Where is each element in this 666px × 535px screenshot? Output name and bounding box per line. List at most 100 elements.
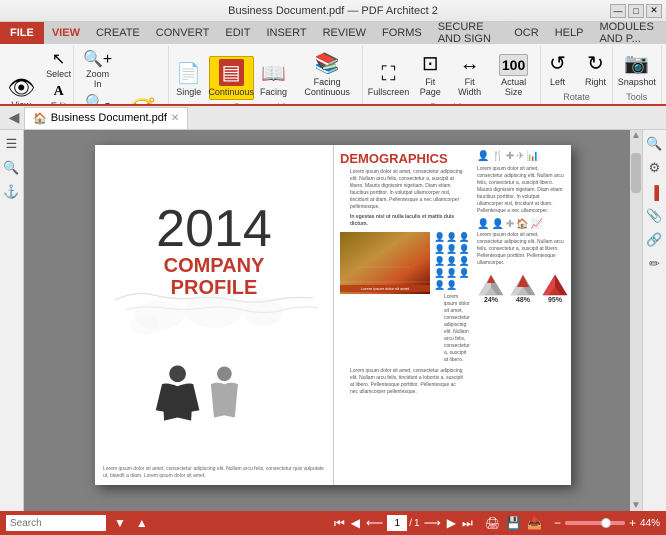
- nav-next-button[interactable]: ▶: [445, 516, 458, 530]
- rotate-left-icon: ↺: [549, 51, 566, 76]
- left-sidebar: ☰ 🔍 ⚓: [0, 130, 24, 511]
- menu-help[interactable]: HELP: [547, 22, 592, 44]
- zoom-in-label: Zoom In: [82, 69, 114, 89]
- stat-icon-7: 👤: [491, 219, 503, 230]
- person-icon-red-1: 👤: [434, 232, 445, 243]
- ribbon-group-rotate: ↺ Left ↻ Right Rotate: [541, 46, 612, 104]
- menu-review[interactable]: REVIEW: [315, 22, 374, 44]
- nav-back-button[interactable]: ⟵: [364, 516, 385, 530]
- zoom-out-button[interactable]: 🔍- Zoom Out: [78, 92, 118, 106]
- stat-icon-6: 👤: [477, 219, 489, 230]
- close-button[interactable]: ✕: [646, 4, 662, 18]
- panel-toggle-button[interactable]: ◀: [4, 108, 24, 128]
- demographics-body2: Lorem ipsum dolor sit amet, consectetur …: [434, 294, 480, 364]
- menu-secure-sign[interactable]: SECURE AND SIGN: [430, 22, 507, 44]
- facing-button[interactable]: 📖 Facing: [256, 58, 292, 100]
- rotate-left-button[interactable]: ↺ Left: [540, 48, 576, 90]
- menu-create[interactable]: CREATE: [88, 22, 148, 44]
- zoom-in-status-button[interactable]: +: [627, 516, 638, 530]
- actual-size-icon: 100: [499, 54, 528, 76]
- zoom-slider[interactable]: [565, 521, 625, 525]
- search-input[interactable]: [6, 515, 106, 531]
- fit-page-button[interactable]: ⊡ Fit Page: [412, 48, 449, 100]
- search-up-button[interactable]: ▲: [134, 516, 150, 530]
- nav-first-button[interactable]: ⏮: [332, 516, 347, 531]
- right-tool-link[interactable]: 🔗: [645, 230, 665, 250]
- snapshot-icon: 📷: [624, 51, 649, 76]
- facing-label: Facing: [260, 87, 287, 97]
- person-icon-gray-5: 👤: [434, 268, 445, 279]
- pyramid-chart-3: [541, 273, 569, 297]
- select-button[interactable]: ↖ Select: [42, 48, 75, 81]
- menu-file[interactable]: FILE: [0, 22, 44, 44]
- menu-modules[interactable]: MODULES AND P...: [591, 22, 666, 44]
- document-view: 2014 COMPANY PROFILE: [24, 130, 642, 511]
- menu-edit[interactable]: EDIT: [217, 22, 258, 44]
- page-number-input[interactable]: [387, 515, 407, 531]
- demographics-body1: Lorem ipsum dolor sit amet, consectetur …: [340, 169, 473, 211]
- facing-continuous-button[interactable]: 📚 Facing Continuous: [294, 48, 361, 100]
- zoom-in-button[interactable]: 🔍+ Zoom In: [78, 48, 118, 91]
- maximize-button[interactable]: □: [628, 4, 644, 18]
- right-sidebar: 🔍 ⚙ ▐ 📎 🔗 ✏: [642, 130, 666, 511]
- menu-view[interactable]: VIEW: [44, 22, 88, 44]
- edit-button[interactable]: A Edit: [42, 82, 75, 106]
- stat-icon-9: 🏠: [516, 219, 528, 230]
- minimize-button[interactable]: —: [610, 4, 626, 18]
- person-icon-gray-1: 👤: [458, 244, 469, 255]
- right-tool-search[interactable]: 🔍: [645, 134, 665, 154]
- person-icon-red-4: 👤: [434, 244, 445, 255]
- zoom-thumb: [601, 518, 611, 528]
- sidebar-anchor-button[interactable]: ⚓: [2, 182, 22, 202]
- navigation-controls: ⏮ ◀ ⟵ / 1 ⟶ ▶ ⏭ 🖨 💾 📤 − + 44%: [332, 515, 660, 531]
- page-right: DEMOGRAPHICS Lorem ipsum dolor sit amet,…: [333, 145, 571, 485]
- menu-ocr[interactable]: OCR: [506, 22, 546, 44]
- rotate-right-button[interactable]: ↻ Right: [578, 48, 614, 90]
- fullscreen-button[interactable]: ⛶ Fullscreen: [367, 60, 410, 100]
- right-tool-pen[interactable]: ✏: [645, 254, 665, 274]
- zoom-out-status-button[interactable]: −: [552, 516, 563, 530]
- nav-prev-button[interactable]: ◀: [349, 516, 362, 530]
- page-left: 2014 COMPANY PROFILE: [95, 145, 333, 485]
- status-print-button[interactable]: 🖨: [483, 516, 502, 530]
- scroll-thumb[interactable]: [631, 153, 641, 193]
- right-col-text2: Lorem ipsum dolor sit amet, consectetur …: [477, 232, 565, 267]
- ribbon-group-pageview: ⛶ Fullscreen ⊡ Fit Page ↔ Fit Width 100 …: [363, 46, 541, 104]
- search-down-button[interactable]: ▼: [112, 516, 128, 530]
- navigation-button[interactable]: 🧭 Navigation: [120, 96, 166, 106]
- status-share-button[interactable]: 📤: [525, 516, 544, 530]
- sidebar-search-button[interactable]: 🔍: [2, 158, 22, 178]
- single-button[interactable]: 📄 Single: [171, 58, 207, 100]
- right-tool-highlight[interactable]: ▐: [645, 182, 665, 202]
- document-tab[interactable]: 🏠 Business Document.pdf ✕: [24, 107, 188, 129]
- stat-icon-3: ✚: [506, 151, 514, 162]
- single-icon: 📄: [176, 61, 201, 86]
- fit-page-label: Fit Page: [417, 77, 444, 97]
- tab-icon: 🏠: [33, 112, 47, 125]
- facing-continuous-icon: 📚: [315, 51, 340, 76]
- demographics-bold1: In egestas nisl ut nulla iaculis et matt…: [340, 214, 473, 228]
- right-tool-paperclip[interactable]: 📎: [645, 206, 665, 226]
- nav-last-button[interactable]: ⏭: [460, 516, 475, 531]
- scroll-down-button[interactable]: ▼: [631, 500, 641, 511]
- continuous-button[interactable]: ▤ Continuous: [209, 56, 254, 100]
- view-button[interactable]: 👁 View: [2, 74, 40, 106]
- menu-convert[interactable]: CONVERT: [148, 22, 218, 44]
- tab-close-button[interactable]: ✕: [171, 113, 179, 124]
- actual-size-button[interactable]: 100 Actual Size: [491, 51, 537, 100]
- fit-width-button[interactable]: ↔ Fit Width: [451, 50, 489, 100]
- scrollbar-vertical[interactable]: ▲ ▼: [630, 130, 642, 511]
- nav-forward-button[interactable]: ⟶: [422, 516, 443, 530]
- scroll-up-button[interactable]: ▲: [631, 130, 641, 141]
- ribbon: 👁 View ↖ Select A Edit Modes 🔍+ Z: [0, 44, 666, 106]
- right-tool-gear[interactable]: ⚙: [645, 158, 665, 178]
- person-icon-red-5: 👤: [446, 244, 457, 255]
- menu-insert[interactable]: INSERT: [258, 22, 314, 44]
- menu-forms[interactable]: FORMS: [374, 22, 430, 44]
- status-save-button[interactable]: 💾: [504, 516, 523, 530]
- world-map: [105, 260, 323, 360]
- sidebar-panels-button[interactable]: ☰: [2, 134, 22, 154]
- snapshot-button[interactable]: 📷 Snapshot: [613, 48, 661, 90]
- rotate-left-label: Left: [550, 77, 565, 87]
- select-icon: ↖: [52, 50, 65, 69]
